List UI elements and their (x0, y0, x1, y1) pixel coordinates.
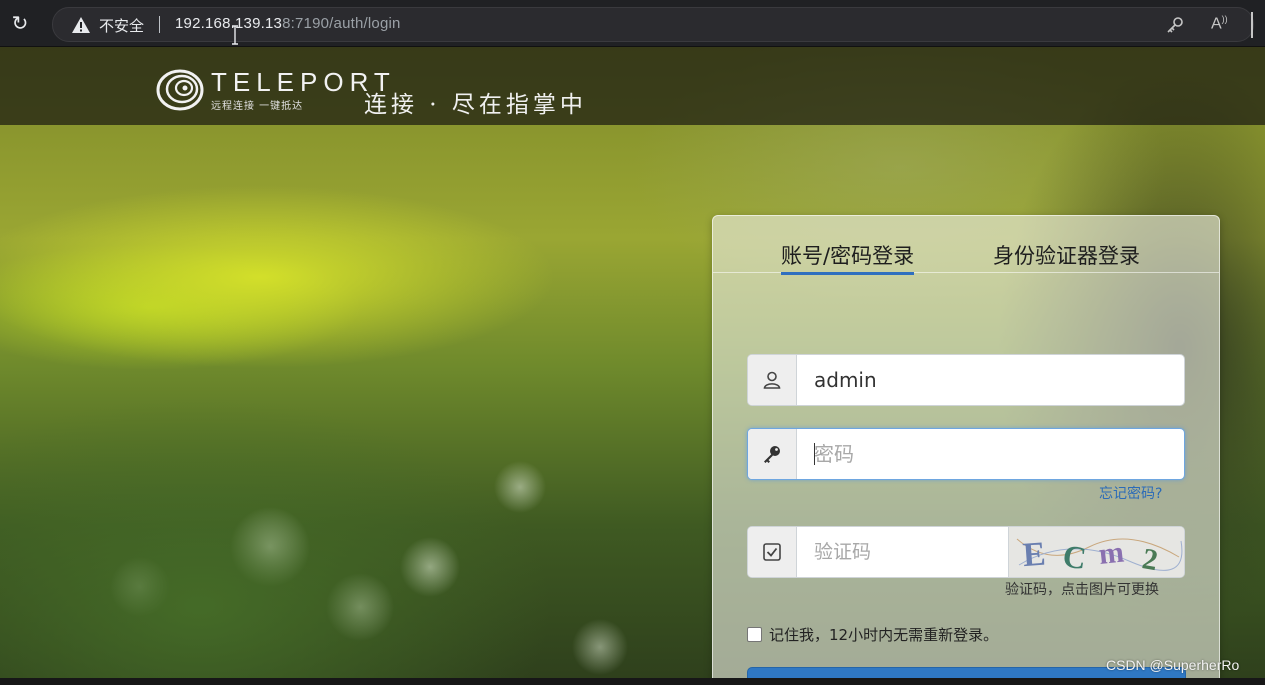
text-cursor-icon (232, 25, 238, 45)
browser-toolbar: ↻ 不安全 192.168.139.138:7190/auth/login A)… (0, 0, 1265, 47)
password-addon (748, 429, 797, 479)
user-icon (763, 371, 781, 389)
svg-text:m: m (1097, 536, 1125, 571)
checkbox-check-icon (763, 543, 781, 561)
captcha-field: E C m 2 (747, 526, 1185, 578)
username-input[interactable] (797, 355, 1184, 405)
url-text[interactable]: 192.168.139.138:7190/auth/login (175, 15, 401, 32)
url-host: 192.168.139.13 (175, 15, 283, 32)
login-tabs: 账号/密码登录 身份验证器登录 (713, 216, 1219, 275)
forgot-password-link[interactable]: 忘记密码? (1099, 483, 1162, 503)
captcha-hint: 验证码，点击图片可更换 (1005, 582, 1159, 598)
key-icon (764, 446, 780, 463)
captcha-input[interactable] (797, 527, 1007, 577)
warning-icon[interactable] (71, 16, 91, 34)
text-caret (814, 443, 815, 465)
logo-subtitle: 远程连接 一键抵达 (211, 101, 304, 112)
login-page-background: TELEPORT 远程连接 一键抵达 连接 · 尽在指掌中 账号/密码登录 身份… (0, 47, 1265, 685)
watermark: CSDN @SuperherRo (1106, 657, 1240, 673)
captcha-addon (748, 527, 797, 577)
site-slogan: 连接 · 尽在指掌中 (364, 92, 587, 118)
remember-me-checkbox[interactable] (747, 627, 762, 642)
remember-me-label[interactable]: 记住我，12小时内无需重新登录。 (769, 624, 998, 645)
username-addon (748, 355, 797, 405)
read-aloud-icon[interactable]: A)) (1211, 14, 1228, 33)
bottom-strip (0, 678, 1265, 685)
username-field (747, 354, 1185, 406)
password-input[interactable] (797, 429, 1184, 479)
password-key-icon[interactable] (1165, 15, 1185, 35)
teleport-logo-icon (156, 69, 204, 111)
reload-icon[interactable]: ↻ (8, 11, 32, 35)
tab-account-password[interactable]: 账号/密码登录 (781, 240, 915, 275)
svg-text:E: E (1022, 536, 1047, 574)
tab-authenticator[interactable]: 身份验证器登录 (993, 240, 1140, 272)
url-path: 8:7190/auth/login (282, 15, 401, 32)
toolbar-edge-mark (1251, 12, 1253, 38)
login-panel: 账号/密码登录 身份验证器登录 忘记密码? (712, 215, 1220, 685)
captcha-image[interactable]: E C m 2 (1008, 527, 1185, 577)
security-status-label: 不安全 (99, 17, 145, 35)
password-field (747, 428, 1185, 480)
address-divider (159, 16, 160, 33)
site-header: TELEPORT 远程连接 一键抵达 连接 · 尽在指掌中 (0, 47, 1265, 125)
